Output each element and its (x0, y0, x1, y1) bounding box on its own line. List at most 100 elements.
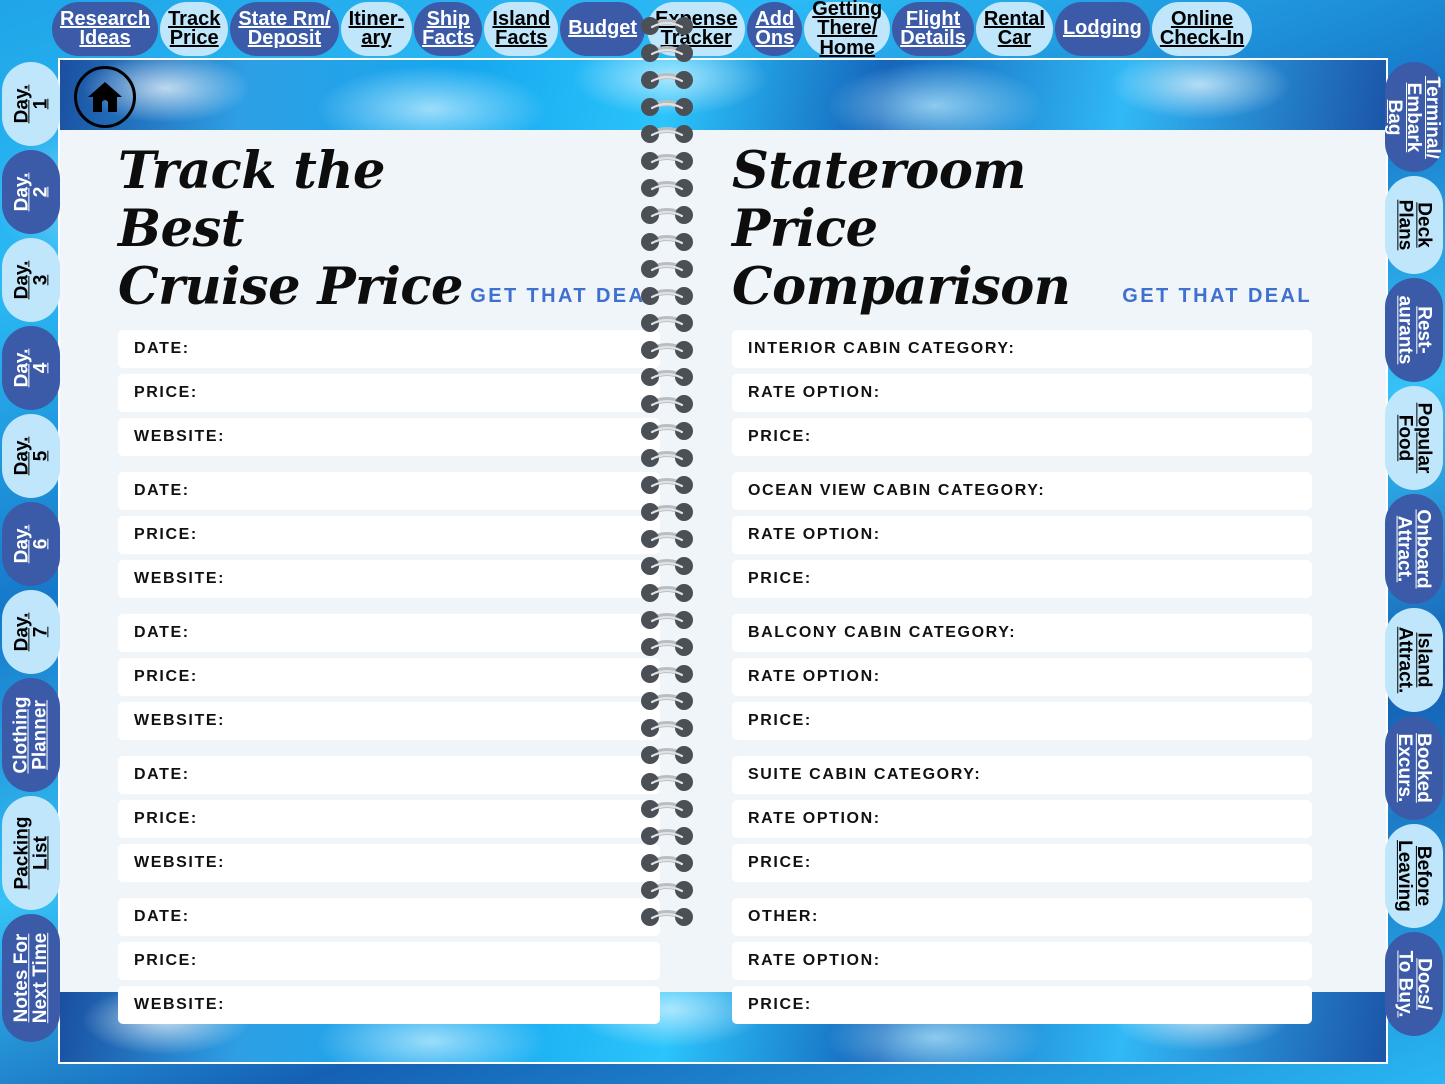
side-tab-island-attract[interactable]: Island Attract. (1385, 608, 1443, 712)
field-group: BALCONY CABIN CATEGORY: RATE OPTION: PRICE… (732, 614, 1312, 741)
field-label: WEBSITE: (134, 854, 226, 872)
field-row-rate-option[interactable]: RATE OPTION: (732, 516, 1312, 555)
top-tab-itiner-ary[interactable]: Itiner-ary (340, 2, 413, 56)
top-tab-add-ons[interactable]: Add Ons (747, 2, 803, 56)
left-page-deal-label: GET THAT DEAL (470, 285, 660, 308)
field-row-rate-option[interactable]: RATE OPTION: (732, 374, 1312, 413)
side-tab-label: Attract. (1394, 626, 1416, 694)
side-tab-rest-aurants[interactable]: Rest-aurants (1385, 278, 1443, 382)
side-tab-label: Popular (1413, 402, 1435, 474)
side-tab-text: Popular Food (1394, 402, 1435, 474)
side-tab-text: Day. 6 (11, 525, 51, 564)
field-label: PRICE: (134, 810, 198, 828)
field-row-rate-option[interactable]: RATE OPTION: (732, 942, 1312, 981)
home-button[interactable] (74, 66, 136, 128)
side-tab-label: Excurs. (1394, 733, 1415, 803)
top-tab-research-ideas[interactable]: Research Ideas (52, 2, 159, 56)
top-tab-flight-details[interactable]: Flight Details (892, 2, 974, 56)
field-row-interior-cabin-category[interactable]: INTERIOR CABIN CATEGORY: (732, 330, 1312, 369)
field-label: DATE: (134, 482, 190, 500)
field-row-other[interactable]: OTHER: (732, 898, 1312, 937)
field-row-balcony-cabin-category[interactable]: BALCONY CABIN CATEGORY: (732, 614, 1312, 653)
top-tab-budget[interactable]: Budget (560, 2, 646, 56)
field-group: DATE: PRICE: WEBSITE: (118, 898, 660, 1025)
field-row-price[interactable]: PRICE: (118, 516, 660, 555)
field-label: PRICE: (134, 668, 198, 686)
top-tab-getting-there-home[interactable]: Getting There/Home (804, 0, 891, 58)
field-row-rate-option[interactable]: RATE OPTION: (732, 658, 1312, 697)
side-tab-docs-to-buy[interactable]: Docs/To Buy. (1385, 932, 1443, 1036)
field-label: PRICE: (748, 712, 812, 730)
field-row-date[interactable]: DATE: (118, 472, 660, 511)
field-row-website[interactable]: WEBSITE: (118, 418, 660, 457)
side-tab-booked-excurs[interactable]: Booked Excurs. (1385, 716, 1443, 820)
right-page: Stateroom Price Comparison GET THAT DEAL… (682, 130, 1334, 1025)
side-tab-text: Terminal/Embark Bag (1385, 75, 1443, 158)
side-tab-notes-for-next-time[interactable]: Notes For Next Time (2, 914, 60, 1042)
top-tab-state-rm-deposit[interactable]: State Rm/Deposit (230, 2, 339, 56)
field-row-date[interactable]: DATE: (118, 614, 660, 653)
side-tab-terminal-embark-bag[interactable]: Terminal/Embark Bag (1385, 62, 1443, 172)
field-row-price[interactable]: PRICE: (732, 702, 1312, 741)
field-label: RATE OPTION: (748, 952, 881, 970)
side-tab-packing-list[interactable]: Packing List (2, 796, 60, 910)
field-row-date[interactable]: DATE: (118, 898, 660, 937)
field-row-website[interactable]: WEBSITE: (118, 844, 660, 883)
top-tab-rental-car[interactable]: Rental Car (975, 2, 1053, 56)
top-tab-label: Ons (755, 27, 795, 49)
top-tab-lodging[interactable]: Lodging (1054, 2, 1150, 56)
top-tab-label: Details (900, 27, 966, 49)
top-tab-track-price[interactable]: Track Price (160, 2, 229, 56)
side-tab-clothing-planner[interactable]: Clothing Planner (2, 678, 60, 792)
left-page-title-line1: Track the Best (118, 141, 385, 260)
side-tab-day-5[interactable]: Day. 5 (2, 414, 60, 498)
side-tab-day-7[interactable]: Day. 7 (2, 590, 60, 674)
field-row-date[interactable]: DATE: (118, 756, 660, 795)
field-row-rate-option[interactable]: RATE OPTION: (732, 800, 1312, 839)
field-row-website[interactable]: WEBSITE: (118, 702, 660, 741)
right-page-title-line1: Stateroom Price (732, 141, 1026, 260)
field-group: SUITE CABIN CATEGORY: RATE OPTION: PRICE: (732, 756, 1312, 883)
field-group: DATE: PRICE: WEBSITE: (118, 614, 660, 741)
side-tab-before-leaving[interactable]: Before Leaving (1385, 824, 1443, 928)
field-row-price[interactable]: PRICE: (118, 374, 660, 413)
side-tab-day-4[interactable]: Day. 4 (2, 326, 60, 410)
field-row-price[interactable]: PRICE: (118, 658, 660, 697)
side-tab-label: Day. (10, 612, 32, 652)
top-tab-strip: Research Ideas Track Price State Rm/Deposit I… (0, 0, 1445, 58)
side-tab-label: Leaving (1394, 840, 1415, 912)
side-tab-day-2[interactable]: Day. 2 (2, 150, 60, 234)
side-tab-label: List (30, 836, 51, 870)
side-tab-text: Onboard Attract. (1394, 509, 1434, 588)
field-row-date[interactable]: DATE: (118, 330, 660, 369)
field-row-price[interactable]: PRICE: (732, 560, 1312, 599)
side-tab-day-3[interactable]: Day. 3 (2, 238, 60, 322)
side-tab-popular-food[interactable]: Popular Food (1385, 386, 1443, 490)
field-label: PRICE: (134, 526, 198, 544)
field-row-website[interactable]: WEBSITE: (118, 560, 660, 599)
field-row-website[interactable]: WEBSITE: (118, 986, 660, 1025)
top-tab-online-check-in[interactable]: Online Check-In (1151, 2, 1253, 56)
side-tab-text: Booked Excurs. (1394, 733, 1434, 803)
top-tab-ship-facts[interactable]: Ship Facts (414, 2, 483, 56)
side-tab-onboard-attract[interactable]: Onboard Attract. (1385, 494, 1443, 604)
side-tab-day-6[interactable]: Day. 6 (2, 502, 60, 586)
side-tab-deck-plans[interactable]: Deck Plans (1385, 176, 1443, 274)
field-row-price[interactable]: PRICE: (732, 844, 1312, 883)
field-label: RATE OPTION: (748, 526, 881, 544)
field-row-price[interactable]: PRICE: (732, 986, 1312, 1025)
top-tab-island-facts[interactable]: Island Facts (484, 2, 559, 56)
field-group: OTHER: RATE OPTION: PRICE: (732, 898, 1312, 1025)
field-row-price[interactable]: PRICE: (118, 942, 660, 981)
side-tab-label: To Buy. (1394, 950, 1415, 1018)
side-tab-label: Clothing (11, 696, 32, 774)
field-row-suite-cabin-category[interactable]: SUITE CABIN CATEGORY: (732, 756, 1312, 795)
side-tab-text: Docs/To Buy. (1394, 950, 1434, 1018)
side-tab-day-1[interactable]: Day. 1 (2, 62, 60, 146)
field-row-price[interactable]: PRICE: (732, 418, 1312, 457)
field-row-ocean-view-cabin-category[interactable]: OCEAN VIEW CABIN CATEGORY: (732, 472, 1312, 511)
right-tab-strip: Terminal/Embark Bag Deck Plans Rest-aurants P… (1383, 58, 1445, 1084)
top-tab-expense-tracker[interactable]: Expense Tracker (647, 2, 746, 56)
side-tab-text: Packing List (11, 817, 51, 890)
field-row-price[interactable]: PRICE: (118, 800, 660, 839)
